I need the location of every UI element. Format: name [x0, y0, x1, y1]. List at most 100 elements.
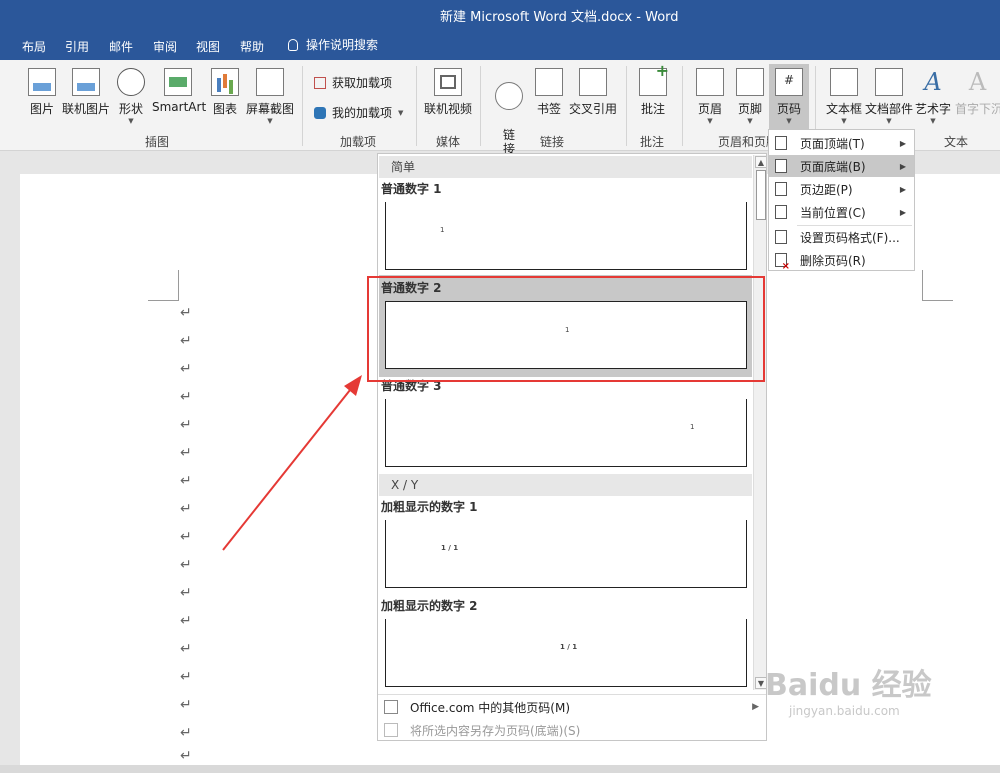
smartart-button[interactable]: SmartArt [152, 68, 206, 114]
chart-button[interactable]: 图表 [211, 68, 239, 117]
cross-reference-button[interactable]: 交叉引用 [569, 68, 617, 117]
page-number-button[interactable]: 页码 ▼ [769, 64, 809, 130]
tab-review[interactable]: 审阅 [153, 38, 177, 55]
margin-corner-mark [148, 270, 179, 301]
paragraph-mark: ↵ [180, 529, 192, 545]
scroll-thumb[interactable] [756, 170, 766, 220]
save-gallery-icon [384, 723, 398, 737]
comment-icon [639, 61, 669, 96]
drop-cap-icon: A [968, 68, 987, 96]
group-label-links: 链接 [540, 135, 565, 149]
page-number-gallery: 简单 普通数字 1 1 普通数字 2 1 普通数字 3 1 X / Y 加粗显示… [377, 153, 767, 741]
video-icon [434, 68, 462, 96]
gallery-item-bold-number-2[interactable]: 1 / 1 [385, 619, 747, 687]
watermark-brand: Baidu 经验 [765, 668, 932, 703]
gallery-section-xy: X / Y [379, 474, 752, 496]
gallery-item-title: 普通数字 1 [381, 182, 442, 196]
chevron-down-icon: ▼ [707, 117, 713, 125]
paragraph-mark: ↵ [180, 389, 192, 405]
text-box-button[interactable]: 文本框 ▼ [826, 68, 862, 125]
preview-page-number: 1 / 1 [441, 544, 459, 552]
gallery-item-plain-number-1[interactable]: 1 [385, 202, 747, 270]
highlight-box [367, 276, 765, 382]
menu-item-top-of-page[interactable]: 页面顶端(T) ▶ [769, 132, 914, 154]
chevron-right-icon: ▶ [752, 702, 759, 712]
drop-cap-button[interactable]: A 首字下沉 [955, 68, 1000, 117]
gallery-item-plain-number-3[interactable]: 1 [385, 399, 747, 467]
paragraph-mark: ↵ [180, 641, 192, 657]
page-bottom-icon [775, 159, 787, 173]
scroll-up-icon[interactable]: ▲ [755, 156, 766, 168]
window-title: 新建 Microsoft Word 文档.docx - Word [440, 10, 679, 25]
preview-page-number: 1 / 1 [560, 643, 578, 651]
divider [378, 694, 766, 695]
tab-mailings[interactable]: 邮件 [109, 38, 133, 55]
shapes-button[interactable]: 形状 ▼ [116, 68, 146, 125]
menu-item-remove-page-numbers[interactable]: 删除页码(R) [769, 249, 914, 272]
paragraph-mark: ↵ [180, 417, 192, 433]
more-page-numbers-item[interactable]: Office.com 中的其他页码(M) ▶ [379, 696, 765, 718]
page-number-icon [775, 68, 803, 96]
save-selection-item[interactable]: 将所选内容另存为页码(底端)(S) [379, 719, 765, 740]
paragraph-mark: ↵ [180, 585, 192, 601]
group-label-addins: 加载项 [340, 135, 377, 149]
quick-parts-button[interactable]: 文档部件 ▼ [865, 68, 913, 125]
tab-help[interactable]: 帮助 [240, 38, 264, 55]
chevron-down-icon: ▼ [128, 117, 134, 125]
header-icon [696, 68, 724, 96]
ribbon-tabs: 布局 引用 邮件 审阅 视图 帮助 操作说明搜索 [0, 30, 1000, 60]
get-addins-button[interactable]: 获取加载项 [314, 74, 392, 91]
gallery-item-bold-number-1[interactable]: 1 / 1 [385, 520, 747, 588]
online-video-button[interactable]: 联机视频 [424, 68, 472, 117]
cross-reference-icon [579, 68, 607, 96]
link-button[interactable]: 链 接 [494, 68, 524, 156]
globe-link-icon [495, 82, 523, 110]
online-picture-button[interactable]: 联机图片 [62, 68, 110, 117]
watermark-url: jingyan.baidu.com [789, 704, 900, 718]
my-addins-button[interactable]: 我的加载项 ▼ [314, 104, 403, 121]
group-divider [682, 66, 683, 146]
group-divider [626, 66, 627, 146]
chart-icon [211, 68, 239, 96]
chevron-down-icon: ▼ [930, 117, 936, 125]
tab-references[interactable]: 引用 [65, 38, 89, 55]
tab-layout[interactable]: 布局 [22, 38, 46, 55]
tab-view[interactable]: 视图 [196, 38, 220, 55]
store-icon [314, 76, 326, 89]
menu-item-format-page-numbers[interactable]: 设置页码格式(F)... [769, 226, 914, 248]
screenshot-button[interactable]: 屏幕截图 ▼ [245, 68, 295, 125]
current-position-icon [775, 205, 787, 219]
paragraph-mark: ↵ [180, 697, 192, 713]
tell-me-search[interactable]: 操作说明搜索 [288, 36, 378, 53]
chevron-down-icon: ▼ [747, 117, 753, 125]
menu-item-page-margins[interactable]: 页边距(P) ▶ [769, 178, 914, 200]
bookmark-icon [535, 68, 563, 96]
picture-button[interactable]: 图片 [27, 68, 57, 117]
chevron-down-icon: ▼ [267, 117, 273, 125]
header-button[interactable]: 页眉 ▼ [695, 68, 725, 125]
paragraph-mark: ↵ [180, 725, 192, 741]
annotation-arrow-icon [222, 375, 362, 551]
chevron-down-icon: ▼ [841, 117, 847, 125]
footer-button[interactable]: 页脚 ▼ [735, 68, 765, 125]
paragraph-mark: ↵ [180, 557, 192, 573]
paragraph-mark: ↵ [180, 305, 192, 321]
menu-item-current-position[interactable]: 当前位置(C) ▶ [769, 201, 914, 223]
paragraph-mark: ↵ [180, 748, 192, 764]
gallery-item-title: 加粗显示的数字 1 [381, 500, 478, 514]
remove-page-number-icon [775, 253, 790, 272]
camera-icon [256, 68, 284, 96]
chevron-right-icon: ▶ [899, 138, 906, 148]
wordart-button[interactable]: A 艺术字 ▼ [915, 68, 951, 125]
gallery-item-title: 加粗显示的数字 2 [381, 599, 478, 613]
menu-item-bottom-of-page[interactable]: 页面底端(B) ▶ [769, 155, 914, 177]
chevron-down-icon: ▼ [786, 117, 792, 125]
baidu-watermark: Baidu 经验 jingyan.baidu.com [765, 660, 932, 718]
group-label-comments: 批注 [640, 135, 665, 149]
new-comment-button[interactable]: 批注 [638, 61, 669, 117]
group-label-media: 媒体 [436, 135, 461, 149]
bookmark-button[interactable]: 书签 [535, 68, 563, 117]
footer-icon [736, 68, 764, 96]
gallery-scrollbar[interactable]: ▲ ▼ [753, 155, 766, 690]
status-bar [0, 765, 1000, 773]
